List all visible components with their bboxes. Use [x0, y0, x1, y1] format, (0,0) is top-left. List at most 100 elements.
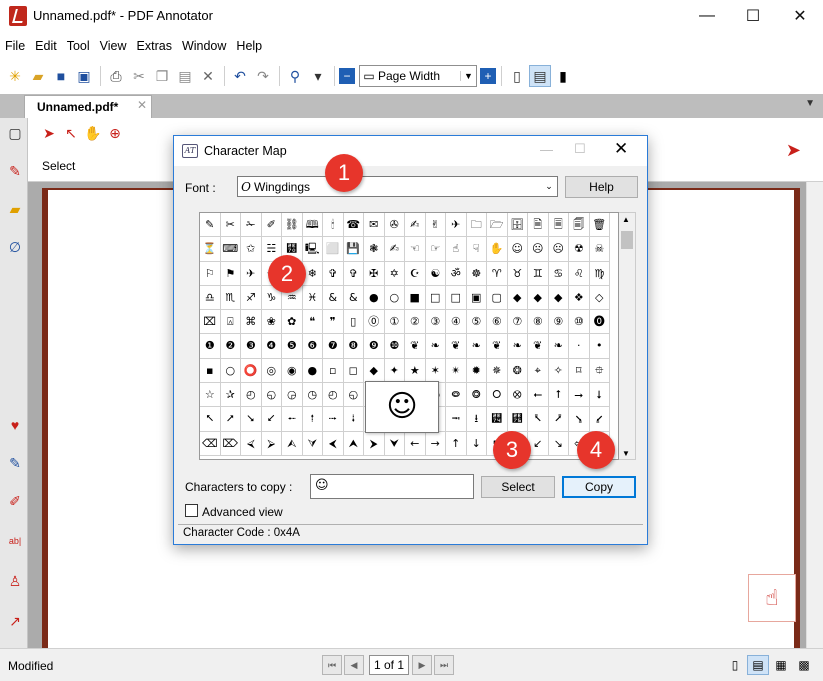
grid-cell[interactable]: ⑥ — [487, 310, 508, 335]
grid-cell[interactable]: ↘ — [548, 431, 569, 456]
grid-cell[interactable]: ⌘ — [241, 310, 262, 335]
menu-file[interactable]: File — [0, 36, 30, 56]
grid-cell[interactable]: ◆ — [548, 285, 569, 311]
grid-cell[interactable]: ✁ — [241, 213, 262, 238]
grid-cell[interactable]: ⭹ — [589, 407, 610, 432]
grid-cell[interactable]: ⌖ — [528, 358, 549, 384]
maximize-button[interactable]: ☐ — [730, 0, 776, 32]
copy-icon[interactable]: ❐ — [151, 65, 173, 87]
zoom-tool-icon[interactable]: ⊕ — [104, 122, 126, 144]
grid-cell[interactable]: ✵ — [487, 358, 508, 384]
grid-cell[interactable]: ♍ — [589, 261, 610, 286]
grid-cell[interactable]: ⑨ — [548, 310, 569, 335]
select-button[interactable]: Select — [481, 476, 555, 498]
select-text-icon[interactable]: ↖ — [60, 122, 82, 144]
grid-cell[interactable]: ⮘ — [241, 431, 262, 456]
grid-cell[interactable]: ⮞ — [364, 431, 385, 456]
grid-cell[interactable]: ⭘ — [487, 383, 508, 408]
grid-cell[interactable]: ❹ — [261, 334, 282, 359]
grid-cell[interactable]: ☪ — [405, 261, 426, 286]
scroll-down-icon[interactable]: ▼ — [622, 449, 630, 458]
grid-cell[interactable]: ✍ — [384, 237, 405, 262]
grid-cell[interactable]: · — [569, 334, 590, 359]
grid-cell[interactable]: ⬜ — [323, 237, 344, 262]
grid-cell[interactable]: & — [343, 285, 364, 311]
grid-cell[interactable]: ⓿ — [589, 310, 610, 335]
tab-document[interactable]: Unnamed.pdf* ✕ — [24, 95, 152, 118]
grid-cell[interactable]: ⭙ — [507, 383, 528, 408]
grid-cell[interactable]: ❷ — [220, 334, 241, 359]
grid-cell[interactable]: ⮙ — [282, 431, 303, 456]
grid-cell[interactable]: ⭗ — [466, 383, 487, 408]
grid-cell[interactable]: ☺ — [507, 237, 528, 262]
menu-tool[interactable]: Tool — [62, 36, 95, 56]
grid-cell[interactable]: ⭷ — [548, 407, 569, 432]
cut-icon[interactable]: ✂ — [128, 65, 150, 87]
grid-cell[interactable]: ☠ — [589, 237, 610, 262]
grid-scrollbar[interactable]: ▲ ▼ — [619, 212, 636, 460]
grid-cell[interactable]: ✩ — [241, 237, 262, 262]
grid-cell[interactable]: ✧ — [548, 358, 569, 384]
grid-cell[interactable]: ⭪ — [282, 407, 303, 432]
grid-cell[interactable]: 💾 — [343, 237, 364, 262]
grid-cell[interactable]: ❃ — [364, 237, 385, 262]
grid-cell[interactable]: ◇ — [589, 285, 610, 311]
grid-cell[interactable]: ❿ — [384, 334, 405, 359]
grid-cell[interactable]: ▫ — [323, 358, 344, 384]
pointer-icon[interactable]: ➤ — [786, 140, 801, 161]
grid-cell[interactable]: ❽ — [343, 334, 364, 359]
grid-cell[interactable]: ✡ — [384, 261, 405, 286]
grid-cell[interactable]: 🗁 — [487, 213, 508, 238]
grid-cell[interactable]: 🗐 — [569, 213, 590, 238]
grid-cell[interactable]: ⭵ — [507, 407, 528, 432]
grid-cell[interactable]: ⭴ — [487, 407, 508, 432]
grid-cell[interactable]: ❂ — [507, 358, 528, 384]
grid-cell[interactable]: ☹ — [548, 237, 569, 262]
grid-cell[interactable]: ◵ — [343, 383, 364, 408]
page-number-field[interactable]: 1 of 1 — [369, 655, 409, 675]
grid-cell[interactable]: ☜ — [405, 237, 426, 262]
grid-cell[interactable]: ❀ — [261, 310, 282, 335]
grid-cell[interactable]: 🕮 — [302, 213, 323, 238]
grid-cell[interactable]: ▣ — [466, 285, 487, 311]
grid-cell[interactable]: ▯ — [343, 310, 364, 335]
grid-cell[interactable]: ↓ — [466, 431, 487, 456]
grid-cell[interactable]: ⌑ — [569, 358, 590, 384]
grid-cell[interactable]: & — [323, 285, 344, 311]
grid-cell[interactable]: ✞ — [343, 261, 364, 286]
grid-cell[interactable]: ❾ — [364, 334, 385, 359]
grid-cell[interactable]: ▢ — [487, 285, 508, 311]
grid-cell[interactable]: ✐ — [261, 213, 282, 238]
grid-cell[interactable]: ☯ — [425, 261, 446, 286]
single-page-icon[interactable]: ▯ — [506, 65, 528, 87]
scroll-thumb[interactable] — [621, 231, 633, 249]
grid-cell[interactable]: ✰ — [220, 383, 241, 408]
grid-cell[interactable]: ❺ — [282, 334, 303, 359]
grid-cell[interactable]: ⭕ — [241, 358, 262, 384]
grid-cell[interactable]: ⓪ — [364, 310, 385, 335]
grid-cell[interactable]: ⯐ — [589, 358, 610, 384]
textbox-icon[interactable]: ab| — [4, 530, 26, 552]
grid-cell[interactable]: ⭦ — [200, 407, 221, 432]
menu-view[interactable]: View — [95, 36, 132, 56]
next-page-icon[interactable]: ▶ — [412, 655, 432, 675]
last-page-icon[interactable]: ⏭ — [434, 655, 454, 675]
grid-cell[interactable]: ✦ — [384, 358, 405, 384]
grid-cell[interactable]: ✎ — [200, 213, 221, 238]
grid-cell[interactable]: ✠ — [364, 261, 385, 286]
hand-icon[interactable]: ☝ — [748, 574, 796, 622]
grid-cell[interactable]: ⮚ — [261, 431, 282, 456]
grid-cell[interactable]: ★ — [405, 358, 426, 384]
paste-icon[interactable]: ▤ — [174, 65, 196, 87]
help-button[interactable]: Help — [565, 176, 638, 198]
grid-cell[interactable]: ✌ — [425, 213, 446, 238]
grid-cell[interactable]: ❖ — [569, 285, 590, 311]
grid-cell[interactable]: ⭭ — [343, 407, 364, 432]
grid-cell[interactable]: ☆ — [200, 383, 221, 408]
zoom-out-icon[interactable]: − — [339, 68, 355, 84]
grid-cell[interactable]: □ — [425, 285, 446, 311]
grid-cell[interactable]: ■ — [405, 285, 426, 311]
single-view-icon[interactable]: ▯ — [724, 655, 746, 675]
grid-cell[interactable]: ⭖ — [446, 383, 467, 408]
stamp-icon[interactable]: ♙ — [4, 570, 26, 592]
